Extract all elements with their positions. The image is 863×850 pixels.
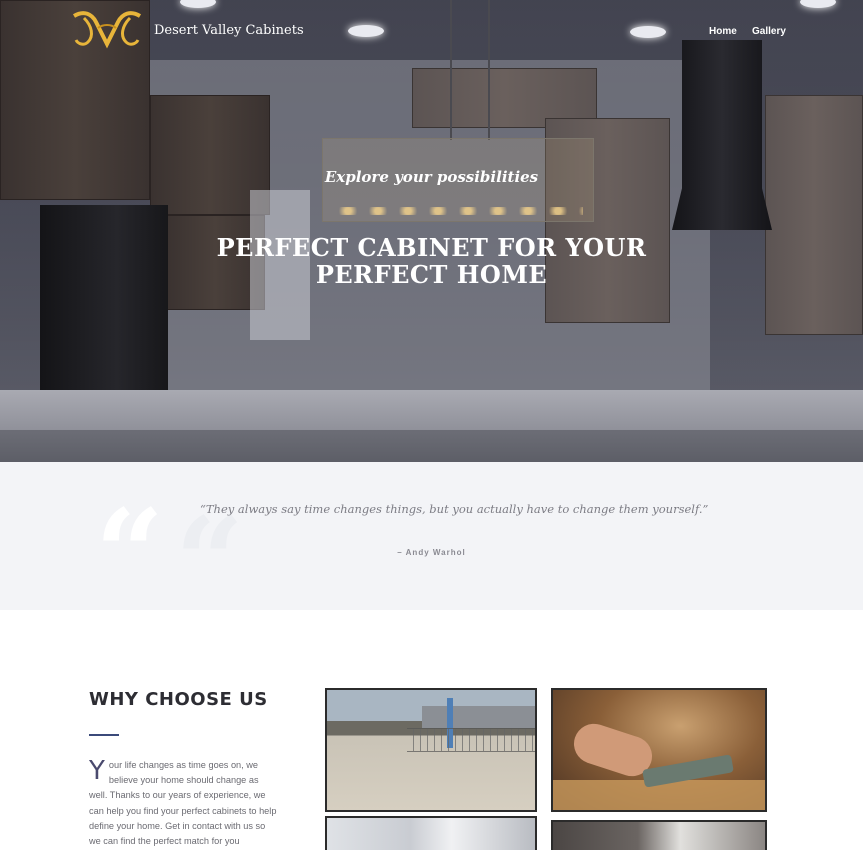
site-name[interactable]: Desert Valley Cabinets [154, 23, 304, 38]
hero-banner: Desert Valley Cabinets Home Gallery Expl… [0, 0, 863, 462]
quote-section: “ “ “They always say time changes things… [0, 462, 863, 610]
why-choose-us-text: Your life changes as time goes on, we be… [89, 758, 279, 849]
storefront-fence [407, 728, 535, 752]
dropcap-letter: Y [89, 756, 105, 786]
storefront-building [422, 706, 535, 728]
hero-title: PERFECT CABINET FOR YOUR PERFECT HOME [216, 233, 647, 289]
site-header: Desert Valley Cabinets Home Gallery [0, 0, 863, 62]
title-divider [89, 734, 119, 736]
nav-gallery-link[interactable]: Gallery [752, 26, 786, 37]
nav-home-link[interactable]: Home [709, 26, 737, 37]
why-choose-us-title: WHY CHOOSE US [89, 689, 268, 710]
logo-icon[interactable] [70, 8, 144, 50]
gallery-image-interior[interactable] [325, 816, 537, 850]
gallery-image-cabinets[interactable] [551, 820, 767, 850]
gallery-image-storefront[interactable] [325, 688, 537, 812]
quote-text: “They always say time changes things, bu… [200, 502, 709, 516]
hero-counter-edge [0, 430, 863, 462]
why-body-text: our life changes as time goes on, we bel… [89, 760, 277, 847]
gallery-image-woodworking[interactable] [551, 688, 767, 812]
hero-range-hood [672, 40, 772, 230]
quote-author: – Andy Warhol [397, 548, 466, 557]
hero-subtitle: Explore your possibilities [324, 168, 539, 186]
hero-cabinet [765, 95, 863, 335]
